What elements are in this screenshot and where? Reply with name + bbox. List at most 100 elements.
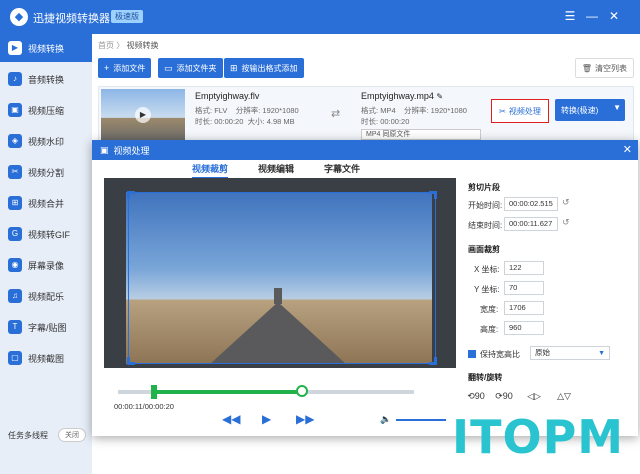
convert-arrow-icon: ⇄ xyxy=(331,108,341,120)
audio-convert-icon: ♪ xyxy=(8,72,22,86)
sidebar-item-label: 视频配乐 xyxy=(28,291,65,302)
itopm-watermark: ITOPM xyxy=(452,410,625,464)
start-time-input[interactable]: 00:00:02.515 xyxy=(504,197,558,211)
add-folder-label: 添加文件夹 xyxy=(176,63,217,73)
y-input[interactable]: 70 xyxy=(504,281,544,295)
play-icon[interactable]: ▶ xyxy=(135,107,151,123)
sidebar-item-video-compress[interactable]: ▣ 视频压缩 xyxy=(0,96,92,124)
file-item: ▶ Emptyighway.flv 格式: FLV 分辨率: 1920*1080… xyxy=(98,86,634,142)
sidebar-item-label: 屏幕录像 xyxy=(28,260,65,271)
sidebar-item-audio-convert[interactable]: ♪ 音频转换 xyxy=(0,65,92,93)
dialog-close-icon[interactable]: ✕ xyxy=(623,143,632,156)
app-title: 迅捷视频转换器 xyxy=(33,13,110,25)
subtitle-icon: T xyxy=(8,320,22,334)
reset-end-icon[interactable]: ↺ xyxy=(562,217,570,228)
flip-vertical-icon[interactable]: △▽ xyxy=(554,388,574,404)
sidebar-item-video-convert[interactable]: ▶ 视频转换 xyxy=(0,34,92,62)
current-time: 00:00:11/00:00:20 xyxy=(114,402,174,411)
rotate-right-icon[interactable]: ⟳90 xyxy=(494,388,514,404)
video-process-button[interactable]: ✂ 视频处理 xyxy=(491,99,549,123)
rewind-icon[interactable]: ◀◀ xyxy=(222,412,240,426)
crop-handle-top-right[interactable] xyxy=(429,191,437,199)
multithread-toggle[interactable]: 关闭 xyxy=(58,428,86,442)
add-by-format-label: 按输出格式添加 xyxy=(241,63,298,73)
height-input[interactable]: 960 xyxy=(504,321,544,335)
sidebar-item-label: 视频转GIF xyxy=(28,229,70,240)
reset-start-icon[interactable]: ↺ xyxy=(562,197,570,208)
sidebar-item-label: 视频转换 xyxy=(28,43,65,54)
chevron-down-icon: ▼ xyxy=(598,350,605,357)
x-label: X 坐标: xyxy=(474,265,500,274)
end-time-label: 结束时间: xyxy=(468,221,503,230)
source-meta: 格式: FLV 分辨率: 1920*1080 时长: 00:00:20 大小: … xyxy=(195,105,299,127)
aspect-ratio-select[interactable]: 原始 ▼ xyxy=(530,346,610,360)
meta-label: 格式: xyxy=(361,106,379,115)
edit-pencil-icon[interactable]: ✎ xyxy=(436,92,443,101)
menu-icon[interactable]: ☰ xyxy=(562,8,578,24)
flip-horizontal-icon[interactable]: ◁▷ xyxy=(524,388,544,404)
title-bar: ◆ 迅捷视频转换器 极速版 ☰ — ✕ xyxy=(0,0,640,34)
sidebar-item-label: 视频分割 xyxy=(28,167,65,178)
meta-value: 1920*1080 xyxy=(430,106,467,115)
meta-value: 00:00:20 xyxy=(380,117,410,126)
convert-button[interactable]: 转换(极速) ▼ xyxy=(555,99,625,121)
sidebar: ▶ 视频转换 ♪ 音频转换 ▣ 视频压缩 ◈ 视频水印 ✂ 视频分割 ⊞ 视频合并 G 视频转… xyxy=(0,34,92,474)
sidebar-item-label: 视频压缩 xyxy=(28,105,65,116)
trim-range xyxy=(153,390,302,394)
fast-forward-icon[interactable]: ▶▶ xyxy=(296,412,314,426)
crop-handle-top-left[interactable] xyxy=(127,191,135,199)
clip-section-title: 剪切片段 xyxy=(468,183,500,192)
sidebar-item-label: 音频转换 xyxy=(28,74,65,85)
crop-frame[interactable] xyxy=(127,191,437,365)
crop-handle-bottom-right[interactable] xyxy=(429,357,437,365)
sidebar-item-video-split[interactable]: ✂ 视频分割 xyxy=(0,158,92,186)
sidebar-item-video-music[interactable]: ♫ 视频配乐 xyxy=(0,282,92,310)
breadcrumb-current: 视频转换 xyxy=(126,41,159,50)
height-label: 高度: xyxy=(480,325,499,334)
clear-list-button[interactable]: 🗑 清空列表 xyxy=(574,58,634,78)
volume-slider[interactable] xyxy=(396,419,446,421)
video-preview xyxy=(104,178,456,368)
sidebar-item-screenshot[interactable]: ▢ 视频截图 xyxy=(0,344,92,372)
video-thumbnail[interactable]: ▶ xyxy=(101,89,185,141)
width-input[interactable]: 1706 xyxy=(504,301,544,315)
sidebar-item-video-merge[interactable]: ⊞ 视频合并 xyxy=(0,189,92,217)
tab-edit[interactable]: 视频编辑 xyxy=(258,160,294,179)
output-format-select[interactable]: MP4 同原文件 xyxy=(361,129,481,140)
sidebar-item-subtitle[interactable]: T 字幕/贴图 xyxy=(0,313,92,341)
tab-subtitle[interactable]: 字幕文件 xyxy=(324,160,360,179)
meta-value: 1920*1080 xyxy=(262,106,299,115)
end-time-input[interactable]: 00:00:11.627 xyxy=(504,217,558,231)
sidebar-item-video-watermark[interactable]: ◈ 视频水印 xyxy=(0,127,92,155)
screenshot-icon: ▢ xyxy=(8,351,22,365)
trim-start-handle[interactable] xyxy=(150,385,157,399)
edition-badge: 极速版 xyxy=(111,10,143,23)
volume-icon[interactable]: 🔈 xyxy=(380,414,391,425)
video-watermark-icon: ◈ xyxy=(8,134,22,148)
keep-ratio-checkbox[interactable] xyxy=(468,350,476,358)
close-icon[interactable]: ✕ xyxy=(606,8,622,24)
chevron-down-icon[interactable]: ▼ xyxy=(613,103,621,112)
sidebar-item-video-gif[interactable]: G 视频转GIF xyxy=(0,220,92,248)
meta-value: MP4 xyxy=(380,106,396,115)
video-convert-icon: ▶ xyxy=(8,41,22,55)
meta-label: 时长: xyxy=(195,117,213,126)
music-icon: ♫ xyxy=(8,289,22,303)
clear-list-label: 清空列表 xyxy=(595,63,627,73)
playhead-knob[interactable] xyxy=(295,385,308,397)
breadcrumb-separator: 〉 xyxy=(116,41,125,50)
breadcrumb-home[interactable]: 首页 xyxy=(98,41,114,50)
add-by-format-button[interactable]: ⊞ 按输出格式添加 xyxy=(224,58,304,78)
crop-handle-bottom-left[interactable] xyxy=(127,357,135,365)
trim-timeline[interactable] xyxy=(118,385,414,399)
y-label: Y 坐标: xyxy=(474,285,500,294)
sidebar-item-screen-record[interactable]: ◉ 屏幕录像 xyxy=(0,251,92,279)
tab-crop[interactable]: 视频裁剪 xyxy=(191,160,228,179)
target-meta: 格式: MP4 分辨率: 1920*1080 时长: 00:00:20 xyxy=(361,105,467,127)
rotate-left-icon[interactable]: ⟲90 xyxy=(466,388,486,404)
minimize-icon[interactable]: — xyxy=(584,8,600,24)
add-file-button[interactable]: + 添加文件 xyxy=(98,58,152,78)
x-input[interactable]: 122 xyxy=(504,261,544,275)
play-icon[interactable]: ▶ xyxy=(262,412,271,426)
add-folder-button[interactable]: ▭ 添加文件夹 xyxy=(158,58,223,78)
